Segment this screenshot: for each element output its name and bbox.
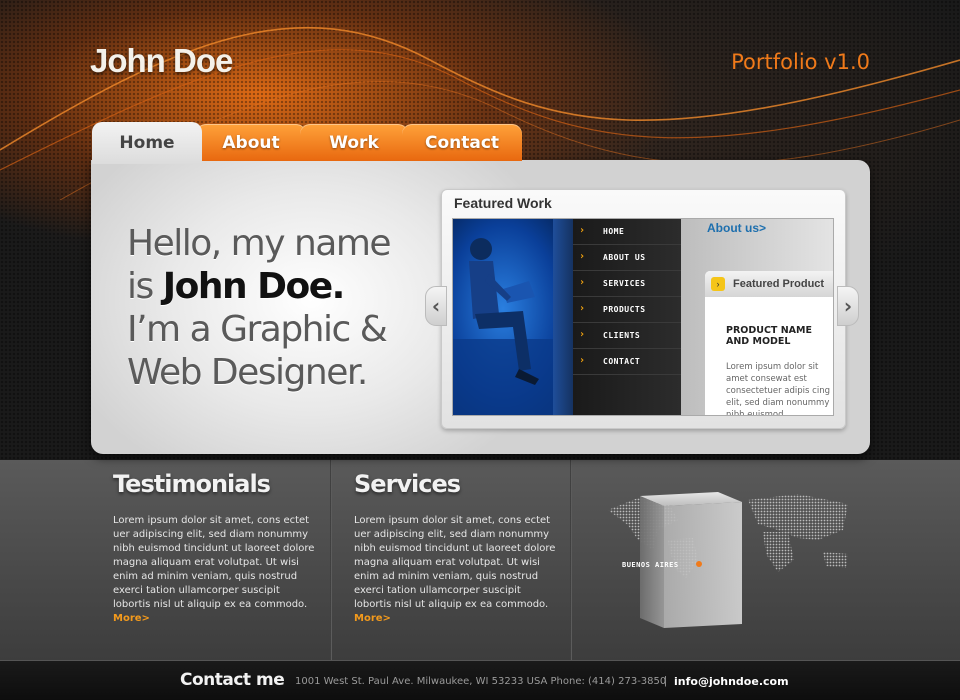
featured-work-box: Featured Work › HOME › ABOUT US › SERVIC… [441, 189, 846, 429]
location-dot [696, 561, 702, 567]
tab-about[interactable]: About [196, 124, 306, 161]
footer-address: 1001 West St. Paul Ave. Milwaukee, WI 53… [295, 676, 667, 687]
arrow-right-icon: › [579, 225, 586, 236]
menu-item-clients[interactable]: › CLIENTS [573, 323, 681, 349]
menu-item-home[interactable]: › HOME [573, 219, 681, 245]
footer-title: Contact me [180, 670, 285, 690]
sample-site-menu: › HOME › ABOUT US › SERVICES › PRODUCTS › CLI… [573, 219, 681, 415]
footer-separator: | [664, 675, 667, 687]
product-description: Lorem ipsum dolor sit amet consewat est … [726, 362, 830, 416]
footer: Contact me 1001 West St. Paul Ave. Milwa… [0, 660, 960, 700]
chevron-left-icon[interactable]: ‹ [425, 286, 447, 326]
hero-panel: Hello, my name is John Doe. I’m a Graphi… [91, 160, 870, 454]
hero-line-2-prefix: is [127, 266, 163, 307]
featured-product-heading: Featured Product [733, 278, 825, 290]
hero-heading: Hello, my name is John Doe. I’m a Graphi… [127, 222, 427, 394]
lower-section: Testimonials Lorem ipsum dolor sit amet,… [0, 460, 960, 660]
tab-work[interactable]: Work [300, 124, 408, 161]
services-more-link[interactable]: More> [354, 613, 391, 624]
about-us-link[interactable]: About us> [707, 221, 766, 235]
city-label: BUENOS AIRES [622, 561, 679, 569]
testimonials-text: Lorem ipsum dolor sit amet, cons ectet u… [113, 515, 315, 624]
services-text: Lorem ipsum dolor sit amet, cons ectet u… [354, 515, 556, 624]
testimonials-heading: Testimonials [113, 470, 271, 498]
product-name: PRODUCT NAME AND MODEL [726, 325, 812, 347]
menu-item-services[interactable]: › SERVICES [573, 271, 681, 297]
arrow-right-icon: › [579, 303, 586, 314]
arrow-right-icon: › [579, 251, 586, 262]
hero-name: John Doe. [162, 266, 346, 307]
sample-site-content: About us> › Featured Product PRODUCT NAM… [681, 219, 833, 416]
menu-item-products[interactable]: › PRODUCTS [573, 297, 681, 323]
featured-product-header: › Featured Product [705, 271, 833, 297]
featured-work-screenshot[interactable]: › HOME › ABOUT US › SERVICES › PRODUCTS › CLI… [452, 218, 834, 416]
divider [570, 460, 572, 660]
hero-line-3: I’m a Graphic & [127, 309, 388, 350]
menu-item-contact[interactable]: › CONTACT [573, 349, 681, 375]
hero-line-4: Web Designer. [127, 352, 368, 393]
logo[interactable]: John Doe [90, 42, 233, 80]
tab-home[interactable]: Home [92, 122, 202, 164]
cube-icon [640, 492, 742, 628]
hero-line-2: is John Doe. [127, 265, 427, 308]
tagline: Portfolio v1.0 [731, 50, 870, 74]
footer-email-link[interactable]: info@johndoe.com [674, 675, 789, 688]
divider [330, 460, 332, 660]
photo-man-laptop [453, 219, 589, 415]
arrow-right-icon: › [579, 277, 586, 288]
arrow-right-icon: › [579, 355, 586, 366]
world-map-graphic: BUENOS AIRES [590, 460, 870, 660]
arrow-right-icon: › [579, 329, 586, 340]
arrow-right-icon: › [711, 277, 725, 291]
chevron-right-icon[interactable]: › [837, 286, 859, 326]
menu-item-about-us[interactable]: › ABOUT US [573, 245, 681, 271]
services-heading: Services [354, 470, 461, 498]
hero-line-1: Hello, my name [127, 223, 392, 264]
featured-work-title: Featured Work [454, 195, 552, 211]
featured-product-card: › Featured Product PRODUCT NAME AND MODE… [705, 271, 833, 416]
tab-contact[interactable]: Contact [402, 124, 522, 161]
testimonials-more-link[interactable]: More> [113, 613, 150, 624]
